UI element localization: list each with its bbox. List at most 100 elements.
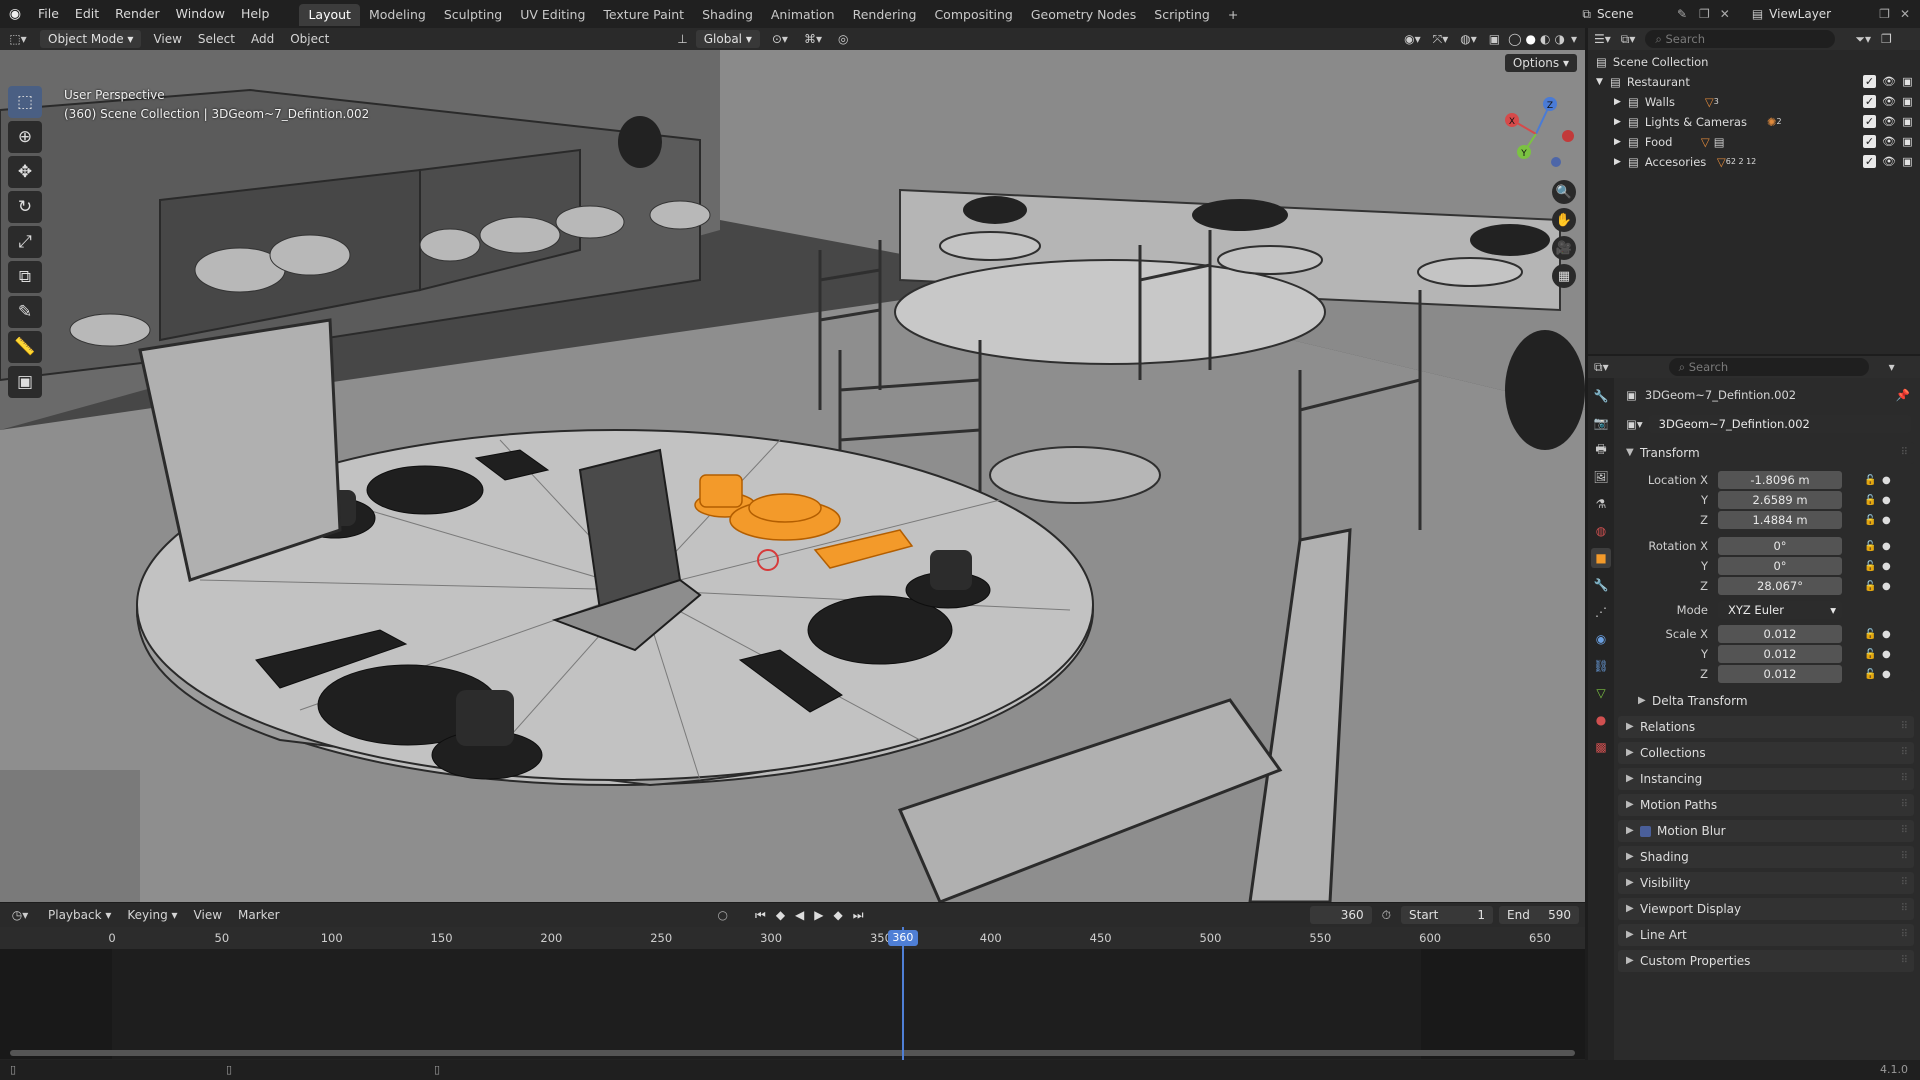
overlay-toggle-icon[interactable]: ◍▾ (1460, 32, 1477, 46)
drag-handle-icon[interactable]: ⠿ (1901, 924, 1908, 946)
play-icon[interactable]: ▶ (814, 908, 823, 922)
motion-blur-checkbox[interactable] (1640, 825, 1651, 837)
panel-line-art[interactable]: ▶ Line Art ⠿ (1618, 924, 1914, 946)
tab-rendering[interactable]: Rendering (844, 4, 926, 26)
current-frame-field[interactable]: 360 (1309, 906, 1372, 924)
rotation-y-field[interactable]: 0° (1718, 557, 1842, 575)
menu-select[interactable]: Select (190, 28, 243, 50)
ortho-grid-icon[interactable]: ▦ (1552, 264, 1576, 288)
delete-view-layer-icon[interactable]: ✕ (1900, 7, 1910, 21)
end-frame-field[interactable]: End 590 (1499, 906, 1579, 924)
snap-icon[interactable]: ⌘▾ (804, 32, 822, 46)
rotate-tool-icon[interactable]: ↻ (8, 191, 42, 223)
outliner-row-food[interactable]: ▶ ▤ Food ▽ ▤ ✓ 👁 ▣ (1588, 132, 1920, 152)
tab-scripting[interactable]: Scripting (1145, 4, 1219, 26)
tab-modeling[interactable]: Modeling (360, 4, 435, 26)
start-frame-field[interactable]: Start 1 (1401, 906, 1493, 924)
proportional-edit-icon[interactable]: ◎ (838, 32, 848, 46)
lock-icon[interactable]: 🔓 (1864, 475, 1876, 486)
object-name[interactable]: 3DGeom~7_Defintion.002 (1645, 388, 1796, 402)
play-reverse-icon[interactable]: ◀ (795, 908, 804, 922)
keyframe-dot-icon[interactable]: ● (1882, 581, 1891, 592)
menu-window[interactable]: Window (168, 0, 233, 28)
drag-handle-icon[interactable]: ⠿ (1901, 794, 1908, 816)
frame-ruler[interactable]: 0 50 100 150 200 250 300 350 400 450 500 550 600 650 (0, 927, 1585, 949)
location-y-field[interactable]: 2.6589 m (1718, 491, 1842, 509)
exclude-checkbox[interactable]: ✓ (1863, 75, 1876, 88)
new-collection-icon[interactable]: ❐ (1881, 32, 1892, 46)
collapse-chevron-icon[interactable]: ▶ (1614, 152, 1628, 172)
lock-icon[interactable]: 🔓 (1864, 561, 1876, 572)
menu-marker[interactable]: Marker (230, 904, 287, 926)
menu-playback[interactable]: Playback ▾ (40, 904, 119, 926)
shading-wireframe-icon[interactable]: ◯ (1508, 32, 1521, 46)
auto-keying-icon[interactable]: ○ (718, 908, 728, 922)
playhead-frame-label[interactable]: 360 (887, 930, 918, 946)
jump-start-icon[interactable]: ⏮ (755, 908, 766, 923)
keyframe-dot-icon[interactable]: ● (1882, 629, 1891, 640)
display-mode-icon[interactable]: ⧉▾ (1621, 32, 1636, 47)
pin-icon[interactable]: 📌 (1896, 388, 1910, 402)
tab-uv-editing[interactable]: UV Editing (511, 4, 594, 26)
lock-icon[interactable]: 🔓 (1864, 629, 1876, 640)
data-tab-icon[interactable]: ▽ (1591, 683, 1611, 703)
playhead[interactable] (901, 927, 904, 1067)
collapse-chevron-icon[interactable]: ▶ (1614, 132, 1628, 152)
scale-x-field[interactable]: 0.012 (1718, 625, 1842, 643)
delta-transform-subpanel[interactable]: ▶ Delta Transform (1618, 690, 1914, 712)
object-data-dropdown-icon[interactable]: ▣▾ (1626, 417, 1643, 431)
collapse-chevron-icon[interactable]: ▶ (1614, 112, 1628, 132)
particles-tab-icon[interactable]: ⋰ (1591, 602, 1611, 622)
select-box-tool-icon[interactable]: ⬚ (8, 86, 42, 118)
collapse-chevron-icon[interactable]: ▶ (1614, 92, 1628, 112)
keyframe-dot-icon[interactable]: ● (1882, 541, 1891, 552)
shading-solid-icon[interactable]: ● (1526, 32, 1536, 46)
exclude-checkbox[interactable]: ✓ (1863, 115, 1876, 128)
transform-tool-icon[interactable]: ⧉ (8, 261, 42, 293)
eye-icon[interactable]: 👁 (1882, 75, 1896, 88)
annotate-tool-icon[interactable]: ✎ (8, 296, 42, 328)
tab-compositing[interactable]: Compositing (925, 4, 1021, 26)
scale-y-field[interactable]: 0.012 (1718, 645, 1842, 663)
menu-render[interactable]: Render (107, 0, 168, 28)
measure-tool-icon[interactable]: 📏 (8, 331, 42, 363)
view-layer-tab-icon[interactable]: 🖼 (1591, 467, 1611, 487)
rotation-z-field[interactable]: 28.067° (1718, 577, 1842, 595)
exclude-checkbox[interactable]: ✓ (1863, 155, 1876, 168)
menu-view[interactable]: View (186, 904, 230, 926)
tool-tab-icon[interactable]: 🔧 (1591, 386, 1611, 406)
location-x-field[interactable]: -1.8096 m (1718, 471, 1842, 489)
outliner-row-accesories[interactable]: ▶ ▤ Accesories ▽ 62 2 12 ✓ 👁 ▣ (1588, 152, 1920, 172)
camera-render-icon[interactable]: ▣ (1901, 95, 1914, 108)
menu-file[interactable]: File (30, 0, 67, 28)
outliner-row-lights-cameras[interactable]: ▶ ▤ Lights & Cameras ✺ 2 ✓ 👁 ▣ (1588, 112, 1920, 132)
new-view-layer-icon[interactable]: ❐ (1879, 7, 1890, 21)
location-z-field[interactable]: 1.4884 m (1718, 511, 1842, 529)
eye-icon[interactable]: 👁 (1882, 135, 1896, 148)
add-cube-tool-icon[interactable]: ▣ (8, 366, 42, 398)
scale-z-field[interactable]: 0.012 (1718, 665, 1842, 683)
lock-icon[interactable]: 🔓 (1864, 581, 1876, 592)
drag-handle-icon[interactable]: ⠿ (1901, 742, 1908, 764)
outliner-row-scene-collection[interactable]: ▤ Scene Collection (1588, 52, 1920, 72)
panel-motion-paths[interactable]: ▶ Motion Paths ⠿ (1618, 794, 1914, 816)
outliner-row-walls[interactable]: ▶ ▤ Walls ▽ 3 ✓ 👁 ▣ (1588, 92, 1920, 112)
visibility-icon[interactable]: ◉▾ (1404, 32, 1421, 46)
tab-layout[interactable]: Layout (299, 4, 360, 26)
options-dropdown[interactable]: Options ▾ (1504, 54, 1577, 72)
menu-add[interactable]: Add (243, 28, 282, 50)
tab-shading[interactable]: Shading (693, 4, 762, 26)
timeline-body[interactable] (0, 949, 1585, 1059)
outliner-search-input[interactable]: ⌕ Search (1645, 30, 1836, 48)
menu-help[interactable]: Help (233, 0, 278, 28)
drag-handle-icon[interactable]: ⠿ (1901, 442, 1908, 464)
lock-icon[interactable]: 🔓 (1864, 669, 1876, 680)
cursor-tool-icon[interactable]: ⊕ (8, 121, 42, 153)
panel-visibility[interactable]: ▶ Visibility ⠿ (1618, 872, 1914, 894)
lock-icon[interactable]: 🔓 (1864, 541, 1876, 552)
menu-keying[interactable]: Keying ▾ (119, 904, 185, 926)
panel-instancing[interactable]: ▶ Instancing ⠿ (1618, 768, 1914, 790)
pan-hand-icon[interactable]: ✋ (1552, 208, 1576, 232)
exclude-checkbox[interactable]: ✓ (1863, 135, 1876, 148)
add-workspace-button[interactable]: + (1219, 4, 1247, 26)
